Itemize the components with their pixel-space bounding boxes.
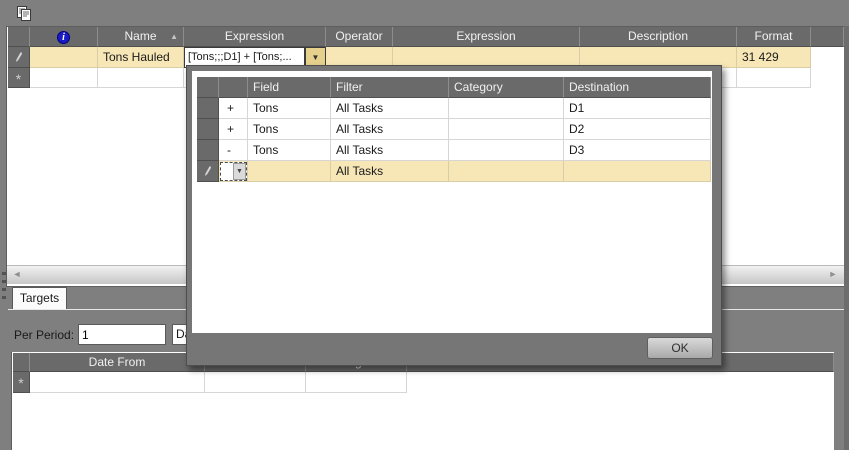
new-row-icon: *: [18, 375, 23, 391]
cell-category[interactable]: [449, 98, 564, 119]
cell-filter[interactable]: All Tasks: [331, 140, 449, 161]
copy-icon[interactable]: [16, 6, 33, 22]
cell-field[interactable]: Tons: [248, 119, 331, 140]
cell-op[interactable]: +: [219, 119, 248, 140]
empty-cell[interactable]: [306, 372, 407, 393]
op-dropdown-button[interactable]: ▼: [233, 163, 246, 180]
cell-category[interactable]: [449, 161, 564, 182]
cell-category[interactable]: [449, 119, 564, 140]
column-header-format[interactable]: Format: [737, 27, 811, 47]
row-header-editing[interactable]: [197, 161, 219, 182]
cell-op[interactable]: +: [219, 98, 248, 119]
cell-info[interactable]: [30, 47, 98, 68]
row-header[interactable]: [197, 140, 219, 161]
empty-cell[interactable]: [30, 372, 205, 393]
new-row-icon: *: [16, 71, 21, 87]
column-header-name[interactable]: Name ▲: [98, 27, 184, 47]
empty-cell[interactable]: [98, 68, 184, 88]
empty-cell[interactable]: [30, 68, 98, 88]
new-row-header[interactable]: *: [13, 372, 30, 393]
cell-filter[interactable]: All Tasks: [331, 98, 449, 119]
cell-field[interactable]: Tons: [248, 140, 331, 161]
per-period-label: Per Period:: [14, 328, 74, 343]
sort-ascending-icon: ▲: [170, 27, 178, 46]
empty-cell[interactable]: [205, 372, 306, 393]
scroll-right-button[interactable]: ►: [826, 265, 840, 284]
column-header-description[interactable]: Description: [580, 27, 737, 47]
expression-builder-dialog: Field Filter Category Destination + Tons…: [186, 65, 722, 366]
cell-destination[interactable]: D3: [564, 140, 711, 161]
row-header-editing[interactable]: [8, 47, 30, 68]
cell-field[interactable]: [248, 161, 331, 182]
column-header-operator[interactable]: Operator: [326, 27, 393, 47]
empty-cell[interactable]: [737, 68, 811, 88]
column-header-name-label: Name: [124, 29, 156, 43]
new-row-header[interactable]: *: [8, 68, 30, 88]
grid-corner-header: [8, 27, 30, 47]
cell-filter[interactable]: All Tasks: [331, 119, 449, 140]
cell-destination[interactable]: [564, 161, 711, 182]
ok-button[interactable]: OK: [647, 337, 713, 359]
tab-targets[interactable]: Targets: [12, 287, 67, 309]
splitter-grip[interactable]: [1, 272, 6, 306]
app-window: i Name ▲ Expression Operator Expression …: [0, 0, 849, 450]
right-edge-border: [844, 26, 849, 450]
column-header-category[interactable]: Category: [449, 77, 564, 98]
cell-destination[interactable]: D1: [564, 98, 711, 119]
cell-field[interactable]: Tons: [248, 98, 331, 119]
cell-destination[interactable]: D2: [564, 119, 711, 140]
edit-pencil-icon: [14, 51, 23, 64]
column-header-filter[interactable]: Filter: [331, 77, 449, 98]
column-header-field[interactable]: Field: [248, 77, 331, 98]
column-header-destination[interactable]: Destination: [564, 77, 711, 98]
column-header-op: [219, 77, 248, 98]
cell-op[interactable]: -: [219, 140, 248, 161]
per-period-input[interactable]: [78, 324, 166, 345]
column-header-expression-2[interactable]: Expression: [393, 27, 580, 47]
targets-grid-corner-header: [13, 353, 30, 372]
dialog-grid-corner-header: [197, 77, 219, 98]
scroll-left-button[interactable]: ◄: [10, 265, 24, 284]
column-header-info[interactable]: i: [30, 27, 98, 47]
cell-name[interactable]: Tons Hauled: [98, 47, 184, 68]
info-icon: i: [57, 31, 70, 44]
column-header-expression[interactable]: Expression: [184, 27, 326, 47]
row-header[interactable]: [197, 98, 219, 119]
row-header[interactable]: [197, 119, 219, 140]
cell-format[interactable]: 31 429: [737, 47, 811, 68]
edit-pencil-icon: [203, 165, 212, 178]
column-header-filler: [811, 27, 844, 47]
column-header-date-from[interactable]: Date From: [30, 353, 205, 372]
cell-category[interactable]: [449, 140, 564, 161]
cell-filter[interactable]: All Tasks: [331, 161, 449, 182]
